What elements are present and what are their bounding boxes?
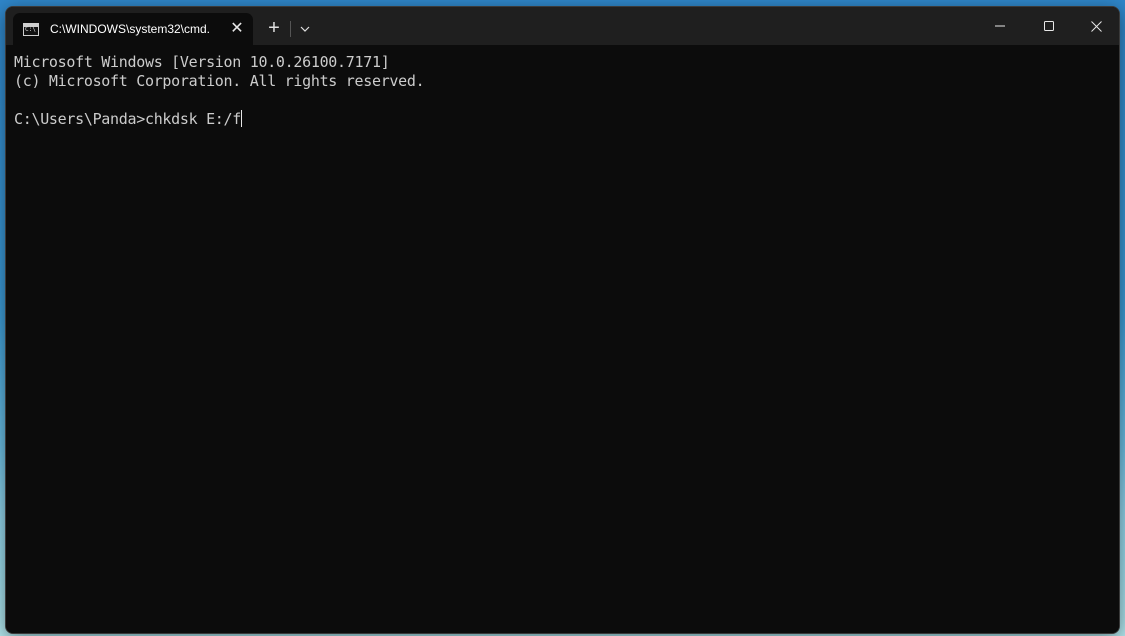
terminal-line: Microsoft Windows [Version 10.0.26100.71… bbox=[14, 53, 390, 71]
tab-close-button[interactable]: ✕ bbox=[227, 19, 247, 39]
new-tab-button[interactable]: + bbox=[261, 17, 287, 41]
maximize-icon bbox=[1044, 21, 1054, 31]
tab-separator bbox=[290, 21, 291, 37]
maximize-button[interactable] bbox=[1026, 7, 1072, 45]
command-line[interactable]: C:\Users\Panda>chkdsk E:/f bbox=[14, 110, 1111, 129]
terminal-window: C:\WINDOWS\system32\cmd. ✕ + bbox=[5, 6, 1120, 634]
close-button[interactable] bbox=[1073, 7, 1119, 45]
chevron-down-icon bbox=[300, 26, 310, 32]
minimize-icon bbox=[995, 25, 1005, 27]
terminal-output[interactable]: Microsoft Windows [Version 10.0.26100.71… bbox=[6, 45, 1119, 633]
tab-dropdown-button[interactable] bbox=[293, 17, 317, 41]
command-prompt-text: C:\Users\Panda>chkdsk E:/f bbox=[14, 110, 242, 128]
tab-title: C:\WINDOWS\system32\cmd. bbox=[50, 22, 211, 36]
terminal-line: (c) Microsoft Corporation. All rights re… bbox=[14, 72, 425, 90]
cmd-icon bbox=[23, 22, 39, 36]
close-icon bbox=[1090, 20, 1102, 32]
title-bar[interactable]: C:\WINDOWS\system32\cmd. ✕ + bbox=[6, 7, 1119, 45]
text-cursor bbox=[241, 110, 243, 127]
tab-cmd[interactable]: C:\WINDOWS\system32\cmd. ✕ bbox=[13, 13, 253, 45]
minimize-button[interactable] bbox=[977, 7, 1023, 45]
